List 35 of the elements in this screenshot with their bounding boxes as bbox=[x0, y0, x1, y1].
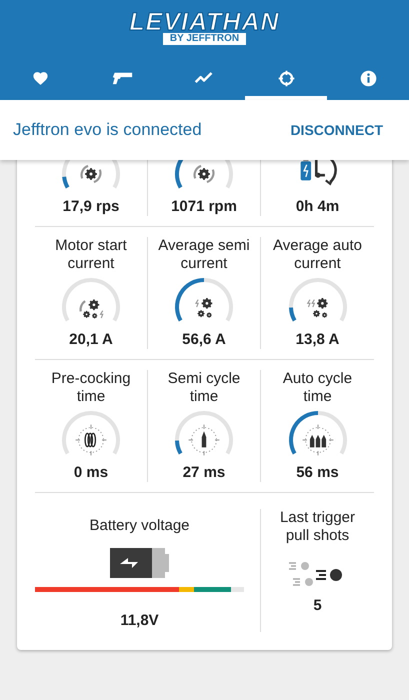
pistol-icon bbox=[112, 71, 134, 85]
metric-value: 0h 4m bbox=[296, 198, 340, 216]
gauge bbox=[288, 411, 348, 456]
metric-label: Auto cycle time bbox=[282, 370, 354, 406]
gauge bbox=[174, 411, 234, 456]
crosshair-icon bbox=[278, 70, 295, 86]
gauge bbox=[174, 278, 234, 323]
metric-label: Average auto current bbox=[272, 237, 363, 273]
heart-icon bbox=[32, 70, 50, 86]
gauge bbox=[61, 411, 121, 456]
metric-value: 17,9 rps bbox=[62, 198, 120, 216]
logo-subtitle: BY JEFFTRON bbox=[162, 33, 246, 45]
battery-icon bbox=[110, 548, 170, 578]
connection-status: Jefftron evo is connected bbox=[13, 119, 202, 142]
metric-value: 56 ms bbox=[296, 464, 339, 482]
metric-value: 0 ms bbox=[74, 464, 108, 482]
metric-label: Pre-cocking time bbox=[50, 370, 132, 406]
gauge bbox=[61, 278, 121, 323]
metric-value: 56,6 A bbox=[182, 331, 226, 349]
metric-label: Average semi current bbox=[157, 237, 251, 273]
metric-label: Motor start current bbox=[54, 237, 128, 273]
metric-value: 20,1 A bbox=[69, 331, 113, 349]
disconnect-button[interactable]: DISCONNECT bbox=[290, 120, 383, 140]
metric-value: 5 bbox=[313, 596, 322, 616]
metric-value: 1071 rpm bbox=[171, 198, 237, 216]
logo-title: LEVIATHAN bbox=[129, 9, 280, 35]
metric-value: 13,8 A bbox=[296, 331, 340, 349]
metric-value: 27 ms bbox=[182, 464, 226, 482]
metric-label: Last trigger pull shots bbox=[278, 509, 356, 545]
metric-label: Semi cycle time bbox=[166, 370, 242, 406]
info-icon bbox=[360, 70, 377, 86]
metric-value: 11,8V bbox=[120, 610, 159, 630]
metric-label: Battery voltage bbox=[89, 516, 190, 536]
gauge bbox=[288, 278, 348, 323]
line-chart-icon bbox=[194, 71, 214, 85]
